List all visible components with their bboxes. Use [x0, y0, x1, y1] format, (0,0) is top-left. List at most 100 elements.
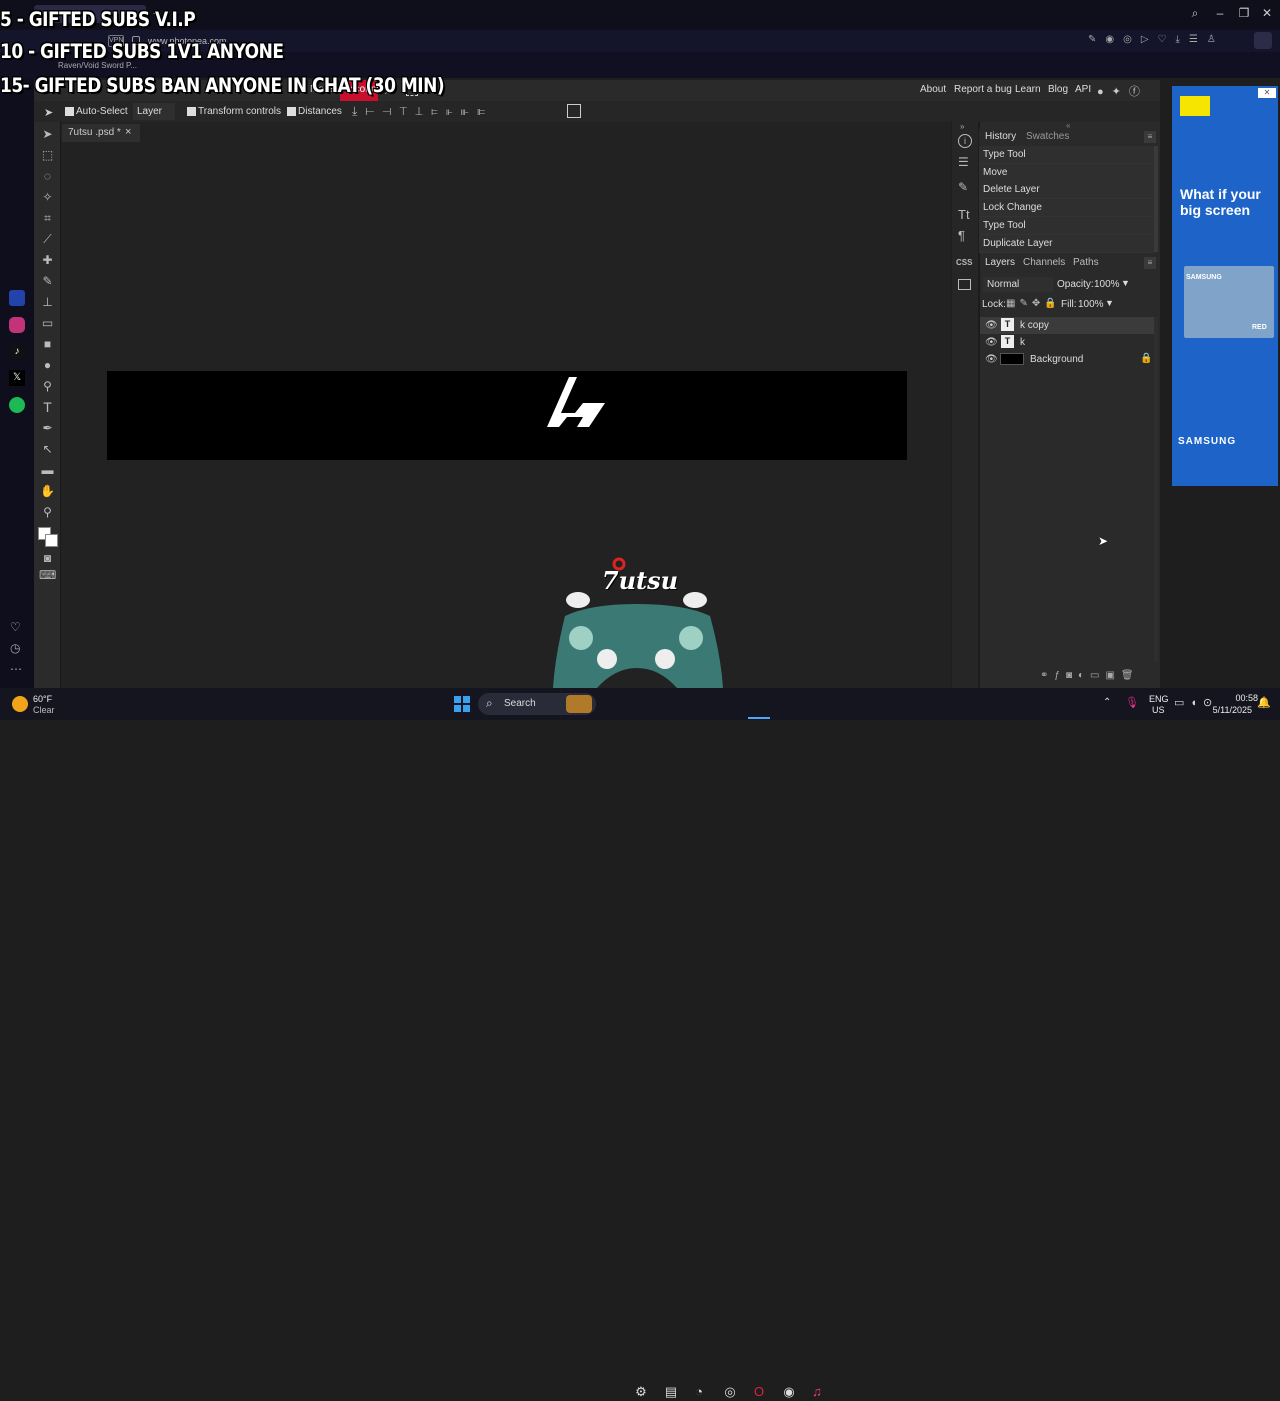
layer-row[interactable]: 👁 T k copy [980, 317, 1154, 334]
tiktok-icon[interactable]: ♪ [9, 344, 25, 360]
spotify-icon[interactable] [9, 397, 25, 413]
minimize-icon[interactable]: – [1210, 6, 1230, 22]
weather-icon[interactable] [12, 696, 28, 712]
layers-scrollbar[interactable] [1154, 317, 1158, 662]
crop-tool-icon[interactable]: ⌗ [39, 210, 56, 227]
search-tabs-icon[interactable]: ⌕ [1185, 6, 1205, 22]
dodge-tool-icon[interactable]: ⚲ [39, 378, 56, 395]
lock-options-icons[interactable]: ▦✎✥🔒 [1006, 298, 1061, 309]
align-icons[interactable]: ⤓⊢⊣⊤⊥⊨⊩⊪⊫ [352, 104, 493, 119]
obs-icon[interactable]: ◉ [780, 1383, 798, 1401]
maximize-icon[interactable]: ❐ [1234, 6, 1254, 22]
menu-about[interactable]: About [920, 84, 946, 95]
microphone-icon[interactable]: 🎙 [1125, 696, 1139, 709]
more-sidebar-icon[interactable]: ⋯ [10, 662, 22, 676]
hand-tool-icon[interactable]: ✋ [39, 483, 56, 500]
quick-mask-icon[interactable]: ◙ [39, 550, 56, 567]
notification-icon[interactable]: 🔔 [1257, 696, 1271, 709]
tab-swatches[interactable]: Swatches [1026, 131, 1069, 142]
history-icon[interactable]: ◷ [10, 641, 20, 655]
blur-tool-icon[interactable]: ● [39, 357, 56, 374]
css-icon[interactable]: CSS [956, 258, 972, 267]
instagram-icon[interactable] [9, 317, 25, 333]
close-document-icon[interactable]: × [125, 126, 131, 138]
layer-actions-icons[interactable]: ⚭ƒ◙◐▭▣🗑 [1040, 670, 1140, 681]
pen-tool-icon[interactable]: ✒ [39, 420, 56, 437]
opera-taskbar-icon[interactable]: O [750, 1383, 768, 1401]
history-item-current[interactable]: Duplicate Layer [979, 235, 1154, 253]
brush-tool-icon[interactable]: ✎ [39, 273, 56, 290]
ad-close-icon[interactable]: ✕ [1258, 88, 1276, 98]
history-item[interactable]: Lock Change [979, 199, 1154, 217]
layer-select[interactable]: Layer [133, 103, 175, 120]
auto-select-checkbox[interactable] [65, 107, 74, 116]
healing-brush-icon[interactable]: ✚ [39, 252, 56, 269]
eraser-tool-icon[interactable]: ▭ [39, 315, 56, 332]
menu-report-bug[interactable]: Report a bug [954, 84, 1012, 95]
menu-blog[interactable]: Blog [1048, 84, 1068, 95]
keyboard-icon[interactable]: ⌨ [39, 567, 56, 584]
path-select-icon[interactable]: ↖ [39, 441, 56, 458]
type-tool-icon[interactable]: T [39, 399, 56, 416]
history-scrollbar[interactable] [1154, 146, 1158, 252]
address-bar-extension-icons[interactable]: ✎◉◎▷♡⤓☰♙ [1088, 34, 1225, 45]
layer-row[interactable]: 👁 Background 🔒 [980, 351, 1154, 368]
start-button[interactable] [454, 696, 470, 712]
eye-icon[interactable]: 👁 [985, 320, 998, 331]
app-icon[interactable]: ◎ [721, 1383, 739, 1401]
opacity-dropdown-icon[interactable]: ▼ [1121, 278, 1130, 288]
opera-menu-icon[interactable] [1254, 32, 1272, 49]
itunes-icon[interactable]: ♫ [808, 1383, 826, 1401]
move-tool-icon[interactable]: ➤ [44, 106, 53, 119]
eyedropper-icon[interactable]: ⟋ [39, 231, 56, 248]
x-icon[interactable]: 𝕏 [9, 370, 25, 386]
blend-mode-select[interactable]: Normal [983, 277, 1053, 292]
opacity-input[interactable]: 100% [1094, 279, 1120, 290]
app-icon[interactable]: ▤ [662, 1383, 680, 1401]
fill-input[interactable]: 100% [1078, 299, 1104, 310]
favorites-icon[interactable]: ♡ [10, 620, 21, 634]
gradient-tool-icon[interactable]: ■ [39, 336, 56, 353]
tab-paths[interactable]: Paths [1073, 257, 1099, 268]
taskbar-search[interactable]: ⌕ Search [478, 693, 596, 715]
collapse-icon[interactable]: » [960, 122, 964, 131]
fill-dropdown-icon[interactable]: ▼ [1105, 298, 1114, 308]
language-top[interactable]: ENG [1149, 694, 1169, 704]
move-tool-button[interactable]: ➤ [39, 126, 56, 143]
zoom-tool-icon[interactable]: ⚲ [39, 504, 56, 521]
history-item[interactable]: Type Tool [979, 146, 1154, 164]
background-color-swatch[interactable] [45, 534, 58, 547]
document-canvas[interactable] [107, 371, 907, 460]
clone-stamp-icon[interactable]: ⊥ [39, 294, 56, 311]
advertisement[interactable]: ✕ What if your big screen SAMSUNG RED SA… [1172, 86, 1278, 486]
marquee-tool-icon[interactable]: ⬚ [39, 147, 56, 164]
layer-row[interactable]: 👁 T k [980, 334, 1154, 351]
eye-icon[interactable]: 👁 [985, 354, 998, 365]
close-window-icon[interactable]: ✕ [1257, 6, 1277, 22]
layer-name[interactable]: k [1020, 337, 1025, 348]
menu-learn[interactable]: Learn [1015, 84, 1041, 95]
layer-name[interactable]: Background [1030, 354, 1083, 365]
lasso-tool-icon[interactable]: ◌ [39, 168, 56, 185]
layer-name[interactable]: k copy [1020, 320, 1049, 331]
tray-chevron-icon[interactable]: ⌃ [1103, 697, 1111, 708]
transform-controls-checkbox[interactable] [187, 107, 196, 116]
history-item[interactable]: Move [979, 164, 1154, 182]
image-icon[interactable] [958, 279, 971, 290]
paragraph-icon[interactable]: ¶ [958, 228, 965, 243]
steam-icon[interactable]: ⚙ [632, 1383, 650, 1401]
history-menu-icon[interactable]: ≡ [1144, 131, 1156, 143]
adjustments-icon[interactable]: ☰ [958, 155, 969, 169]
character-icon[interactable]: Tt [958, 207, 970, 222]
eye-icon[interactable]: 👁 [985, 337, 998, 348]
layers-menu-icon[interactable]: ≡ [1144, 257, 1156, 269]
history-item[interactable]: Type Tool [979, 217, 1154, 235]
weather-temp[interactable]: 60°F [33, 694, 52, 704]
clock-time[interactable]: 00:58 [1226, 693, 1258, 703]
info-icon[interactable]: i [958, 134, 972, 148]
distances-checkbox[interactable] [287, 107, 296, 116]
shape-tool-icon[interactable]: ▬ [39, 462, 56, 479]
arrange-grid-icon[interactable] [567, 104, 581, 118]
brush-settings-icon[interactable]: ✎ [958, 180, 968, 194]
social-links-icons[interactable]: ●✦ⓕ [1097, 83, 1148, 99]
